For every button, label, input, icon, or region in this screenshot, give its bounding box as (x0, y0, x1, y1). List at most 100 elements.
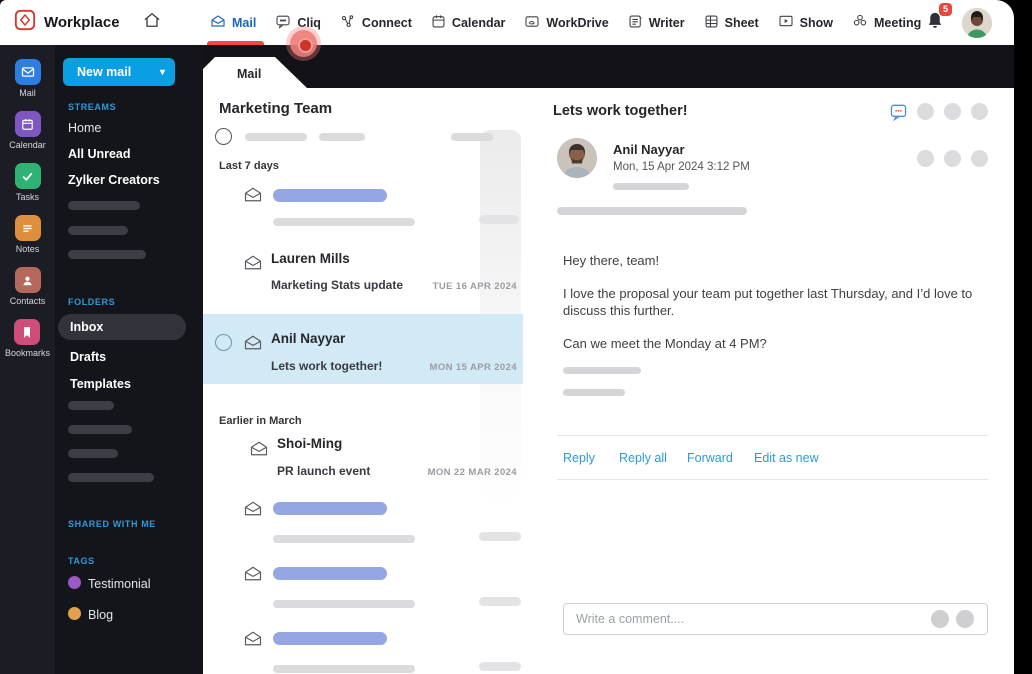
home-icon (142, 10, 162, 35)
tab-workdrive[interactable]: WorkDrive (524, 0, 609, 45)
calendar-icon (14, 111, 41, 137)
mail-list-panel: Marketing Team Last 7 days Lauren Mills … (203, 88, 523, 674)
tab-show[interactable]: Show (778, 0, 833, 45)
group-label: Last 7 days (219, 160, 279, 172)
rail-item-calendar[interactable]: Calendar (9, 111, 46, 150)
tab-mail[interactable]: Mail (206, 0, 265, 45)
folders-section-label: FOLDERS (68, 297, 116, 307)
rail-label: Bookmarks (4, 348, 50, 358)
notifications-button[interactable]: 5 (926, 2, 952, 35)
new-mail-label: New mail (77, 65, 132, 79)
tab-sheet[interactable]: Sheet (704, 0, 759, 45)
rail-label: Contacts (9, 296, 46, 306)
message-action-placeholder[interactable] (944, 150, 961, 167)
toolbar-action-placeholder[interactable] (971, 103, 988, 120)
brand[interactable]: Workplace (14, 9, 142, 36)
placeholder-bar (68, 250, 146, 259)
meeting-icon (852, 13, 868, 32)
sender-avatar (557, 138, 597, 178)
message-subject: Marketing Stats update (271, 278, 404, 292)
chevron-down-icon[interactable]: ▾ (160, 67, 175, 78)
tab-label: WorkDrive (546, 15, 609, 30)
sidebar-item-templates[interactable]: Templates (70, 377, 131, 391)
mail-view-tab[interactable]: Mail (203, 57, 307, 88)
placeholder-bar (68, 473, 154, 482)
app-window: Workplace Mail Cliq Connect Calendar Wor… (0, 0, 1014, 674)
tab-writer[interactable]: Writer (628, 0, 685, 45)
user-avatar[interactable] (962, 7, 992, 38)
placeholder-sender-bar (273, 502, 387, 515)
rail-item-notes[interactable]: Notes (14, 215, 41, 254)
sidebar-item-tag-blog[interactable]: Blog (88, 608, 113, 622)
tab-label: Mail (232, 15, 257, 30)
placeholder-bar (479, 215, 519, 224)
placeholder-bar (245, 133, 307, 141)
sidebar-item-drafts[interactable]: Drafts (70, 350, 106, 364)
rail-item-mail[interactable]: Mail (14, 59, 41, 98)
folder-sidebar: New mail ▾ STREAMS Home All Unread Zylke… (55, 45, 203, 674)
tab-label: Sheet (724, 15, 759, 30)
calendar-icon (431, 14, 446, 32)
placeholder-bar (479, 662, 521, 671)
comment-action-placeholder[interactable] (931, 610, 949, 628)
bookmark-icon (14, 319, 41, 345)
envelope-icon (243, 630, 263, 652)
message-action-placeholder[interactable] (971, 150, 988, 167)
toolbar-action-placeholder[interactable] (944, 103, 961, 120)
home-button[interactable] (142, 10, 162, 35)
reply-all-link[interactable]: Reply all (619, 451, 667, 465)
navbar-right: 5 (926, 2, 1014, 38)
sidebar-item-zylker-creators[interactable]: Zylker Creators (68, 173, 160, 187)
edit-as-new-link[interactable]: Edit as new (754, 451, 819, 465)
comment-box (563, 603, 988, 635)
message-action-placeholder[interactable] (917, 150, 934, 167)
tab-calendar[interactable]: Calendar (431, 0, 505, 45)
rail-item-bookmarks[interactable]: Bookmarks (5, 319, 50, 358)
toolbar-action-placeholder[interactable] (917, 103, 934, 120)
rail-label: Tasks (15, 192, 39, 202)
sidebar-item-home[interactable]: Home (68, 121, 101, 135)
sidebar-item-all-unread[interactable]: All Unread (68, 147, 131, 161)
mail-list-item-selected[interactable]: Anil Nayyar Lets work together! MON 15 A… (203, 314, 523, 384)
divider (557, 479, 988, 480)
placeholder-bar (68, 425, 132, 434)
check-icon (14, 163, 41, 189)
comment-input[interactable] (576, 604, 906, 634)
forward-link[interactable]: Forward (687, 451, 733, 465)
rail-item-tasks[interactable]: Tasks (14, 163, 41, 202)
tab-connect[interactable]: Connect (340, 0, 412, 45)
reply-link[interactable]: Reply (563, 451, 595, 465)
content-body: Marketing Team Last 7 days Lauren Mills … (203, 88, 1014, 674)
comment-action-placeholder[interactable] (956, 610, 974, 628)
top-navbar: Workplace Mail Cliq Connect Calendar Wor… (0, 0, 1014, 45)
list-title: Marketing Team (219, 100, 333, 117)
sidebar-item-tag-testimonial[interactable]: Testimonial (88, 577, 151, 591)
rail-item-contacts[interactable]: Contacts (9, 267, 46, 306)
notes-icon (14, 215, 41, 241)
message-checkbox[interactable] (215, 334, 232, 351)
mail-icon (210, 14, 226, 31)
inbox-label: Inbox (70, 320, 104, 334)
mail-tab-label: Mail (237, 67, 262, 81)
divider (557, 435, 988, 436)
click-indicator (290, 30, 317, 57)
network-icon (340, 14, 356, 32)
mail-icon (14, 59, 41, 85)
envelope-icon (243, 334, 263, 356)
tab-label: Show (799, 15, 833, 30)
new-mail-button[interactable]: New mail ▾ (63, 58, 175, 86)
placeholder-sender-bar (273, 189, 387, 202)
placeholder-bar (273, 218, 415, 226)
envelope-icon (243, 500, 263, 522)
comments-icon[interactable] (889, 103, 908, 126)
streams-section-label: STREAMS (68, 102, 117, 112)
tab-meeting[interactable]: Meeting (852, 0, 921, 45)
person-icon (14, 267, 41, 293)
message-subject-title: Lets work together! (553, 103, 688, 119)
select-all-checkbox[interactable] (215, 128, 232, 145)
tags-section-label: TAGS (68, 556, 95, 566)
placeholder-bar (613, 183, 689, 190)
sidebar-item-inbox[interactable]: Inbox (58, 314, 186, 340)
placeholder-sender-bar (273, 567, 387, 580)
writer-icon (628, 14, 643, 32)
